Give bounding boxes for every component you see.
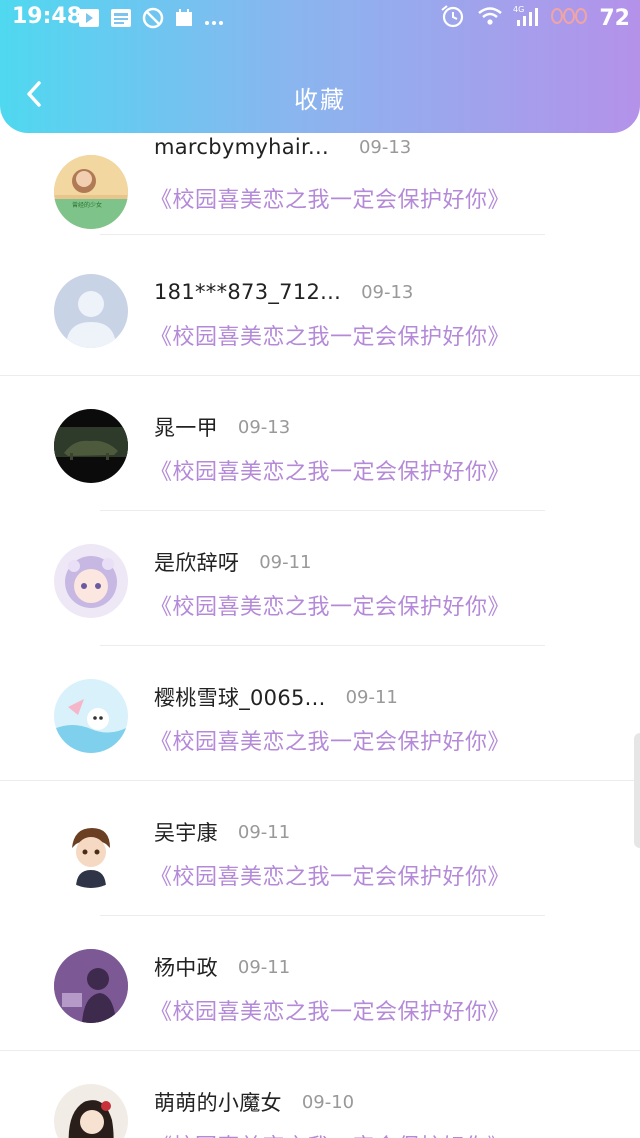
story-title-link[interactable]: 《校园喜美恋之我一定会保护好你》 bbox=[150, 859, 510, 891]
favorite-date: 09-10 bbox=[301, 1091, 355, 1113]
do-not-disturb-icon bbox=[142, 7, 164, 33]
favorite-row[interactable]: 吴宇康 09-11 《校园喜美恋之我一定会保护好你》 bbox=[0, 781, 640, 916]
favorite-row[interactable]: 曾经的少女 marcbymyhair... 09-13 《校园喜美恋之我一定会保… bbox=[0, 122, 640, 257]
battery-level: 72 bbox=[599, 5, 630, 31]
status-time: 19:48 bbox=[12, 4, 83, 29]
favorite-date: 09-11 bbox=[259, 551, 312, 573]
alarm-icon bbox=[439, 4, 467, 32]
name-line: 晁一甲 09-13 bbox=[154, 412, 290, 442]
app-header: 19:48 4G 72 收藏 bbox=[0, 0, 640, 133]
scroll-handle[interactable] bbox=[634, 733, 640, 848]
news-app-icon bbox=[110, 8, 132, 32]
calendar-icon bbox=[174, 8, 194, 32]
video-app-icon bbox=[78, 8, 100, 32]
user-name: 181***873_712... bbox=[154, 280, 342, 304]
svg-text:4G: 4G bbox=[513, 5, 524, 14]
name-line: 萌萌的小魔女 09-10 bbox=[154, 1087, 354, 1117]
favorite-date: 09-11 bbox=[345, 686, 398, 708]
story-title-link[interactable]: 《校园喜美恋之我一定会保护好你》 bbox=[150, 454, 510, 486]
notification-icons bbox=[78, 7, 224, 33]
story-title-link[interactable]: 《校园喜美恋之我一定会保护好你》 bbox=[150, 319, 510, 351]
user-name: 吴宇康 bbox=[154, 821, 218, 845]
favorite-row[interactable]: 晁一甲 09-13 《校园喜美恋之我一定会保护好你》 bbox=[0, 376, 640, 511]
status-right: 4G 72 bbox=[439, 4, 630, 32]
name-line: marcbymyhair... 09-13 bbox=[154, 132, 411, 162]
favorite-date: 09-11 bbox=[237, 821, 291, 843]
name-line: 是欣辞呀 09-11 bbox=[154, 547, 312, 577]
user-avatar bbox=[54, 274, 128, 348]
favorite-date: 09-11 bbox=[237, 956, 291, 978]
story-title-link[interactable]: 《校园喜美恋之我一定会保护好你》 bbox=[150, 182, 510, 214]
user-avatar bbox=[54, 544, 128, 618]
user-avatar bbox=[54, 409, 128, 483]
cellular-signal-icon: 4G bbox=[513, 4, 541, 32]
user-avatar: 曾经的少女 bbox=[54, 155, 128, 229]
favorite-date: 09-13 bbox=[358, 136, 412, 158]
user-name: 樱桃雪球_0065... bbox=[154, 686, 326, 710]
user-avatar bbox=[54, 814, 128, 888]
status-bar: 19:48 4G 72 bbox=[0, 0, 640, 36]
favorite-row[interactable]: 181***873_712... 09-13 《校园喜美恋之我一定会保护好你》 bbox=[0, 241, 640, 376]
user-avatar bbox=[54, 949, 128, 1023]
user-name: 晁一甲 bbox=[154, 416, 218, 440]
svg-text:曾经的少女: 曾经的少女 bbox=[72, 201, 102, 209]
name-line: 杨中政 09-11 bbox=[154, 952, 290, 982]
story-title-link[interactable]: 《校园喜美恋之我一定会保护好你》 bbox=[150, 1129, 510, 1138]
story-title-link[interactable]: 《校园喜美恋之我一定会保护好你》 bbox=[150, 994, 510, 1026]
user-avatar bbox=[54, 1084, 128, 1138]
favorite-date: 09-13 bbox=[361, 281, 414, 303]
favorite-row[interactable]: 樱桃雪球_0065... 09-11 《校园喜美恋之我一定会保护好你》 bbox=[0, 646, 640, 781]
user-name: 杨中政 bbox=[154, 956, 218, 980]
row-divider bbox=[100, 234, 545, 235]
user-name: marcbymyhair... bbox=[154, 135, 329, 159]
battery-icon bbox=[551, 6, 589, 30]
more-notifications-icon bbox=[204, 11, 224, 30]
favorite-row[interactable]: 萌萌的小魔女 09-10 《校园喜美恋之我一定会保护好你》 bbox=[0, 1051, 640, 1138]
name-line: 181***873_712... 09-13 bbox=[154, 277, 413, 307]
user-avatar bbox=[54, 679, 128, 753]
page-title: 收藏 bbox=[294, 86, 346, 114]
favorites-screen: 曾经的少女 marcbymyhair... 09-13 《校园喜美恋之我一定会保… bbox=[0, 0, 640, 1138]
story-title-link[interactable]: 《校园喜美恋之我一定会保护好你》 bbox=[150, 589, 510, 621]
favorite-date: 09-13 bbox=[237, 416, 291, 438]
user-name: 萌萌的小魔女 bbox=[154, 1091, 282, 1115]
wifi-icon bbox=[477, 5, 503, 31]
story-title-link[interactable]: 《校园喜美恋之我一定会保护好你》 bbox=[150, 724, 510, 756]
favorite-row[interactable]: 是欣辞呀 09-11 《校园喜美恋之我一定会保护好你》 bbox=[0, 511, 640, 646]
name-line: 吴宇康 09-11 bbox=[154, 817, 290, 847]
name-line: 樱桃雪球_0065... 09-11 bbox=[154, 682, 398, 712]
user-name: 是欣辞呀 bbox=[154, 551, 240, 575]
favorite-row[interactable]: 杨中政 09-11 《校园喜美恋之我一定会保护好你》 bbox=[0, 916, 640, 1051]
